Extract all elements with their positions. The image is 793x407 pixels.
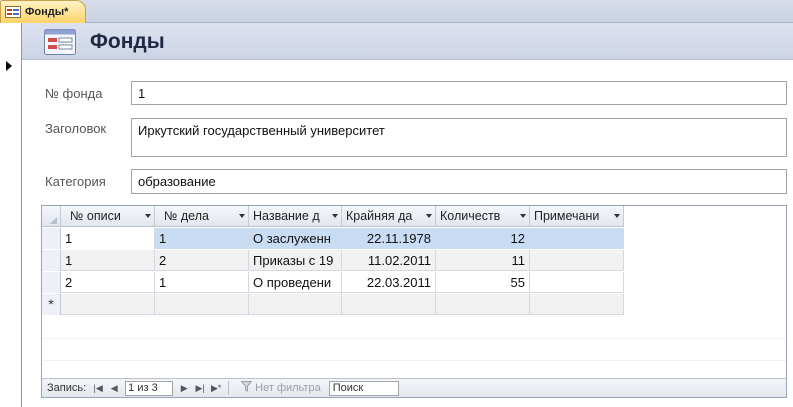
table-cell[interactable] <box>530 250 624 271</box>
select-all-button[interactable] <box>42 206 61 227</box>
table-cell[interactable]: 2 <box>61 272 155 293</box>
divider <box>228 381 230 395</box>
filter-toggle[interactable]: Нет фильтра <box>240 381 321 395</box>
current-record-arrow-icon <box>6 61 12 71</box>
tab-fondy[interactable]: Фонды* <box>0 0 86 23</box>
chevron-down-icon[interactable] <box>520 214 526 218</box>
table-row[interactable]: 2 1 О проведени 22.03.2011 55 <box>42 272 624 293</box>
column-header-kraynyaya-data[interactable]: Крайняя да <box>342 206 436 227</box>
table-cell[interactable] <box>249 294 342 315</box>
grid-line <box>42 338 786 339</box>
row-selector[interactable] <box>42 272 61 293</box>
chevron-down-icon[interactable] <box>145 214 151 218</box>
column-header-primechanie[interactable]: Примечани <box>530 206 624 227</box>
table-cell[interactable] <box>342 294 436 315</box>
category-field[interactable]: образование <box>131 169 787 194</box>
table-cell[interactable] <box>530 272 624 293</box>
table-cell[interactable] <box>436 294 530 315</box>
column-header-opis[interactable]: № описи <box>61 206 155 227</box>
record-navigation-bar: Запись: |◀ ◀ 1 из 3 ▶ ▶| ▶* Нет фильтра … <box>42 378 786 397</box>
document-tab-strip: Фонды* <box>0 0 793 23</box>
record-label: Запись: <box>47 382 87 394</box>
table-cell[interactable]: 1 <box>155 272 249 293</box>
category-label: Категория <box>45 174 106 189</box>
table-cell[interactable]: 11.02.2011 <box>342 250 436 271</box>
table-cell[interactable] <box>61 294 155 315</box>
form-icon <box>44 29 76 55</box>
title-label: Заголовок <box>45 121 107 136</box>
table-cell[interactable]: Приказы с 19 <box>249 250 342 271</box>
table-cell[interactable]: 12 <box>436 228 530 249</box>
title-field[interactable]: Иркутский государственный университет <box>131 118 787 157</box>
table-cell[interactable] <box>530 294 624 315</box>
record-position-input[interactable]: 1 из 3 <box>125 380 174 396</box>
table-row[interactable]: 1 2 Приказы с 19 11.02.2011 11 <box>42 250 624 271</box>
page-title: Фонды <box>90 30 165 53</box>
table-cell[interactable]: 2 <box>155 250 249 271</box>
search-input[interactable]: Поиск <box>328 380 399 396</box>
form-header: Фонды <box>22 23 793 60</box>
chevron-down-icon[interactable] <box>239 214 245 218</box>
table-cell[interactable]: 1 <box>61 250 155 271</box>
fund-no-field[interactable]: 1 <box>131 81 787 105</box>
fund-no-label: № фонда <box>45 86 103 101</box>
new-record-marker[interactable]: * <box>42 294 61 315</box>
filter-label: Нет фильтра <box>255 382 321 394</box>
row-selector[interactable] <box>42 250 61 271</box>
column-header-delo[interactable]: № дела <box>155 206 249 227</box>
table-cell[interactable]: 1 <box>155 228 249 249</box>
datasheet-header: № описи № дела Название д Крайняя да Кол… <box>42 206 624 227</box>
grid-line <box>42 360 786 361</box>
last-record-icon[interactable]: ▶| <box>193 381 207 395</box>
column-header-kolichestvo[interactable]: Количеств <box>436 206 530 227</box>
table-cell[interactable]: 55 <box>436 272 530 293</box>
table-cell[interactable]: 11 <box>436 250 530 271</box>
tab-label: Фонды* <box>25 6 69 18</box>
funnel-icon <box>240 381 253 395</box>
new-record-icon[interactable]: ▶* <box>209 381 223 395</box>
record-selector[interactable] <box>0 23 22 407</box>
next-record-icon[interactable]: ▶ <box>177 381 191 395</box>
form-icon <box>5 6 21 18</box>
new-record-row[interactable]: * <box>42 294 624 315</box>
table-row[interactable]: 1 1 О заслуженн 22.11.1978 12 <box>42 228 624 249</box>
table-cell[interactable]: 22.11.1978 <box>342 228 436 249</box>
table-cell[interactable] <box>530 228 624 249</box>
column-header-nazvanie[interactable]: Название д <box>249 206 342 227</box>
table-cell[interactable]: О проведени <box>249 272 342 293</box>
table-cell[interactable]: 22.03.2011 <box>342 272 436 293</box>
first-record-icon[interactable]: |◀ <box>91 381 105 395</box>
row-selector[interactable] <box>42 228 61 249</box>
chevron-down-icon[interactable] <box>426 214 432 218</box>
previous-record-icon[interactable]: ◀ <box>107 381 121 395</box>
inventory-subform[interactable]: № описи № дела Название д Крайняя да Кол… <box>41 205 787 398</box>
table-cell[interactable]: О заслуженн <box>249 228 342 249</box>
chevron-down-icon[interactable] <box>332 214 338 218</box>
table-cell[interactable] <box>155 294 249 315</box>
chevron-down-icon[interactable] <box>614 214 620 218</box>
table-cell[interactable]: 1 <box>61 228 155 249</box>
